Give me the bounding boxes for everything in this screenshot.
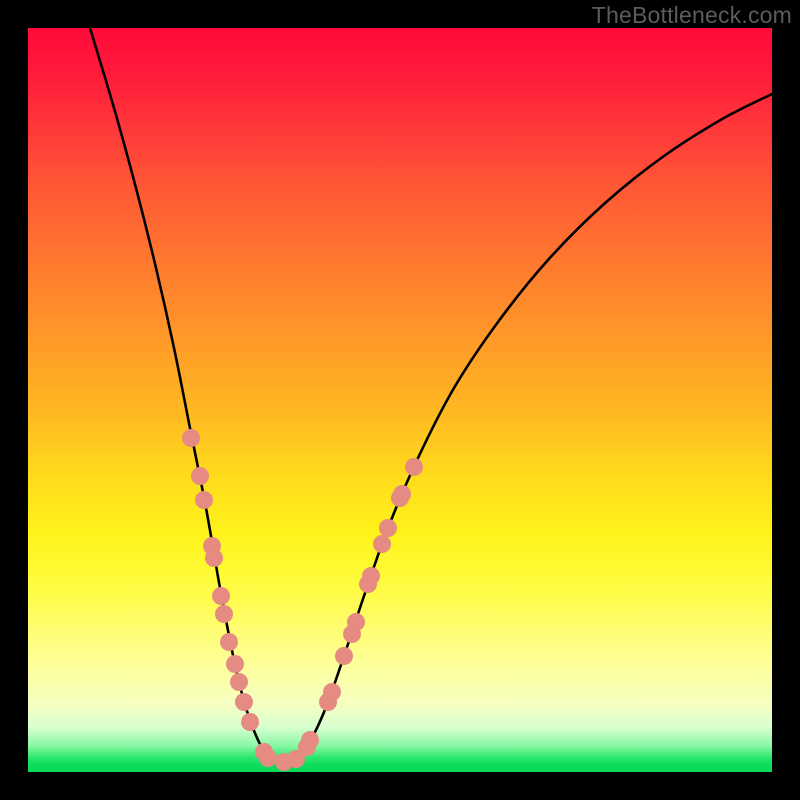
marker-dot [373,535,391,553]
chart-frame: TheBottleneck.com [0,0,800,800]
marker-dot [195,491,213,509]
curve-group [90,28,772,763]
marker-dots [182,429,423,771]
marker-dot [241,713,259,731]
chart-svg [28,28,772,772]
marker-dot [230,673,248,691]
marker-dot [301,731,319,749]
marker-dot [182,429,200,447]
marker-dot [347,613,365,631]
plot-area [28,28,772,772]
marker-dot [405,458,423,476]
watermark-text: TheBottleneck.com [592,2,792,29]
marker-dot [191,467,209,485]
marker-dot [393,485,411,503]
marker-dot [226,655,244,673]
marker-dot [362,567,380,585]
marker-dot [323,683,341,701]
marker-dot [215,605,233,623]
marker-dot [220,633,238,651]
marker-dot [212,587,230,605]
marker-dot [205,549,223,567]
marker-dot [259,749,277,767]
marker-dot [379,519,397,537]
marker-dot [335,647,353,665]
bottleneck-curve [90,28,772,763]
marker-dot [235,693,253,711]
